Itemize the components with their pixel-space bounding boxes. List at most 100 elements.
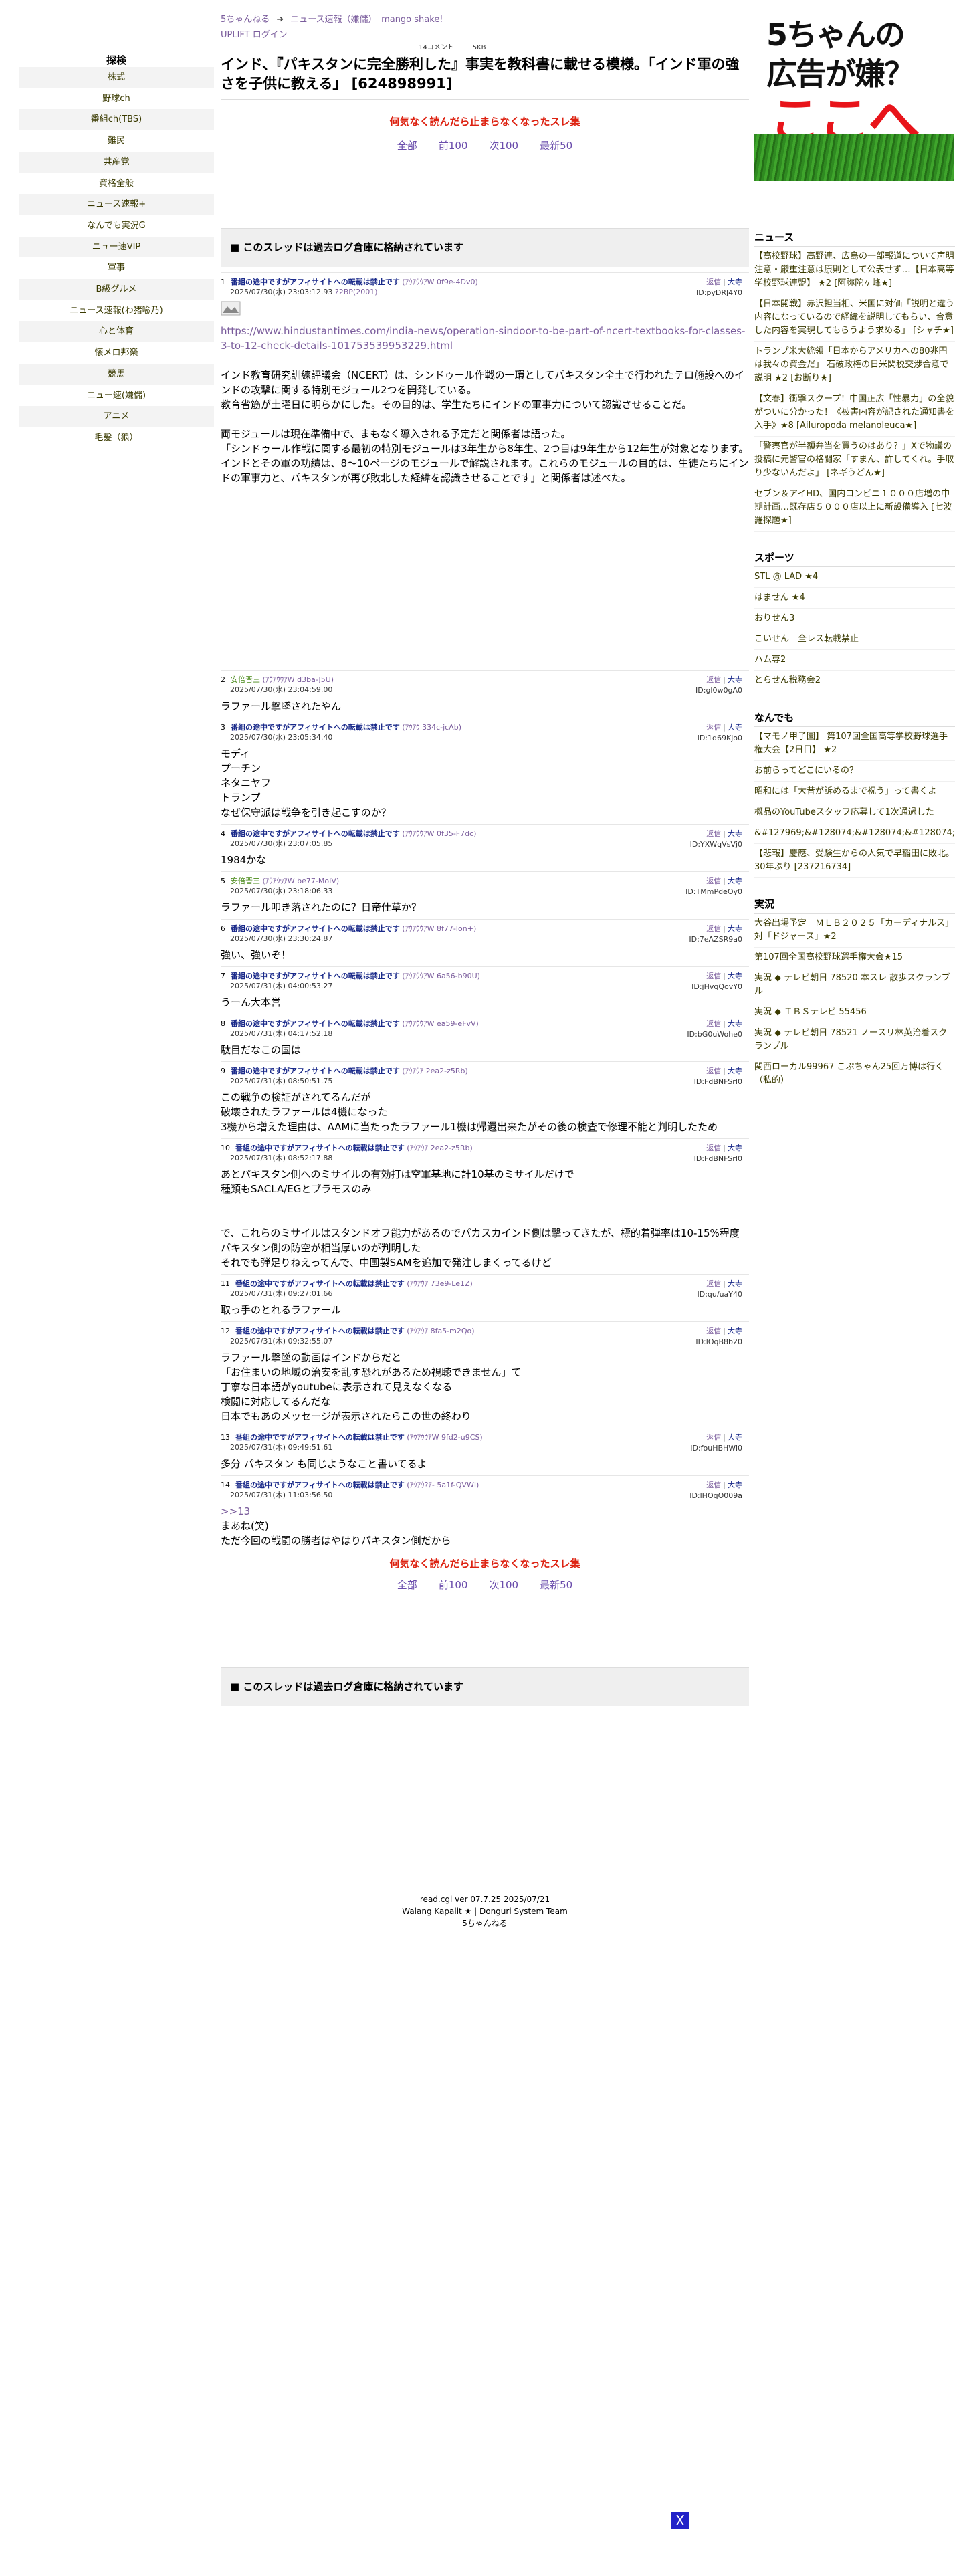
sidebar-item[interactable]: ニュー速(嫌儲) xyxy=(19,385,214,407)
reply-link[interactable]: 返信 xyxy=(706,1067,721,1075)
sidebar-item[interactable]: なんでも実況G xyxy=(19,215,214,237)
sidebar-item[interactable]: 資格全般 xyxy=(19,173,214,195)
sidebar-item[interactable]: 毛髪（狼） xyxy=(19,427,214,449)
right-section-item[interactable]: 実況 ◆ テレビ朝日 78521 ノースリ林英治着スクランブル xyxy=(754,1023,955,1057)
big-link[interactable]: 大寺 xyxy=(728,723,742,732)
reply-link[interactable]: 返信 xyxy=(706,723,721,732)
reply-link[interactable]: 返信 xyxy=(706,1327,721,1335)
right-section-item[interactable]: こいせん 全レス転載禁止 xyxy=(754,629,955,650)
sidebar-item[interactable]: 野球ch xyxy=(19,88,214,110)
right-section-item[interactable]: セブン＆アイHD、国内コンビニ１０００店増の中期計画…既存店５０００店以上に新設… xyxy=(754,484,955,532)
pager-all[interactable]: 全部 xyxy=(397,1579,417,1591)
post-anchor-link[interactable]: >>13 xyxy=(221,1505,250,1517)
post-number[interactable]: 10 xyxy=(221,1144,230,1152)
big-link[interactable]: 大寺 xyxy=(728,675,742,684)
right-section-item[interactable]: 実況 ◆ ＴＢＳテレビ 55456 xyxy=(754,1002,955,1023)
right-section-item[interactable]: 「警察官が半額弁当を買うのはあり？」Xで物議の投稿に元警官の格闘家「すまん、許し… xyxy=(754,437,955,484)
right-section-item[interactable]: トランプ米大統領「日本からアメリカへの80兆円は我々の資金だ」 石破政権の日米関… xyxy=(754,342,955,389)
sidebar-item[interactable]: アニメ xyxy=(19,406,214,427)
post-number[interactable]: 6 xyxy=(221,924,225,933)
reply-link[interactable]: 返信 xyxy=(706,829,721,838)
post-id[interactable]: ID:lHOqO009a xyxy=(689,1491,742,1501)
post-id[interactable]: ID:YXWqVsVj0 xyxy=(690,839,742,850)
pager-latest50[interactable]: 最新50 xyxy=(540,140,572,152)
post-be[interactable]: ?2BP(2001) xyxy=(335,288,378,296)
right-section-item[interactable]: 【日本開戦】赤沢担当相、米国に対価「説明と違う内容になっているので経緯を説明して… xyxy=(754,294,955,342)
pager-all[interactable]: 全部 xyxy=(397,140,417,152)
right-section-item[interactable]: とらせん税務会2 xyxy=(754,671,955,691)
breadcrumb-home-link[interactable]: 5ちゃんねる xyxy=(221,15,270,25)
reply-link[interactable]: 返信 xyxy=(706,278,721,286)
post-id[interactable]: ID:gl0w0gA0 xyxy=(696,685,742,696)
sidebar-item[interactable]: 軍事 xyxy=(19,257,214,279)
big-link[interactable]: 大寺 xyxy=(728,1019,742,1028)
post-number[interactable]: 1 xyxy=(221,278,225,286)
post-url-link[interactable]: https://www.hindustantimes.com/india-new… xyxy=(221,325,745,352)
promo-link-top[interactable]: 何気なく読んだら止まらなくなったスレ集 xyxy=(389,116,580,128)
post-number[interactable]: 14 xyxy=(221,1481,230,1489)
sidebar-item[interactable]: ニュース速報+ xyxy=(19,194,214,215)
right-section-item[interactable]: 【高校野球】高野連、広島の一部報道について声明 注意・厳重注意は原則として公表せ… xyxy=(754,247,963,294)
post-id[interactable]: ID:lOqB8b20 xyxy=(696,1337,742,1348)
big-link[interactable]: 大寺 xyxy=(728,278,742,286)
post-number[interactable]: 3 xyxy=(221,723,225,732)
post-number[interactable]: 8 xyxy=(221,1019,225,1028)
reply-link[interactable]: 返信 xyxy=(706,1019,721,1028)
pager-next100[interactable]: 次100 xyxy=(489,140,518,152)
pager-prev100[interactable]: 前100 xyxy=(439,140,468,152)
right-section-item[interactable]: ハム専2 xyxy=(754,650,955,671)
ad-banner[interactable]: 5ちゃんの 広告が嫌？ ここへ xyxy=(754,13,954,181)
close-ad-button[interactable]: X xyxy=(671,2512,689,2529)
big-link[interactable]: 大寺 xyxy=(728,829,742,838)
big-link[interactable]: 大寺 xyxy=(728,1067,742,1075)
reply-link[interactable]: 返信 xyxy=(706,924,721,933)
big-link[interactable]: 大寺 xyxy=(728,1327,742,1335)
right-section-item[interactable]: 実況 ◆ テレビ朝日 78520 本スレ 散歩スクランブル xyxy=(754,968,955,1002)
reply-link[interactable]: 返信 xyxy=(706,1481,721,1489)
post-id[interactable]: ID:jHvqQovY0 xyxy=(691,982,742,992)
reply-link[interactable]: 返信 xyxy=(706,1144,721,1152)
right-section-item[interactable]: 第107回全国高校野球選手権大会★15 xyxy=(754,948,955,968)
post-id[interactable]: ID:fouHBHWi0 xyxy=(690,1443,742,1454)
right-section-item[interactable]: 関西ローカル99967 こぶちゃん25回万博は行く（私的） xyxy=(754,1057,955,1091)
sidebar-item[interactable]: ニュース速報(わ猪喩乃) xyxy=(19,300,214,322)
thumbnail-icon[interactable] xyxy=(221,301,749,318)
sidebar-item[interactable]: 懐メロ邦楽 xyxy=(19,342,214,364)
sidebar-item[interactable]: 難民 xyxy=(19,130,214,152)
right-section-item[interactable]: おりせん3 xyxy=(754,609,955,629)
right-section-item[interactable]: お前らってどこにいるの？ xyxy=(754,761,955,782)
uplift-login-link[interactable]: UPLIFT ログイン xyxy=(221,30,288,40)
sidebar-item[interactable]: 共産党 xyxy=(19,151,214,173)
post-id[interactable]: ID:FdBNFSrI0 xyxy=(694,1154,742,1164)
big-link[interactable]: 大寺 xyxy=(728,972,742,980)
right-section-item[interactable]: 概品のYouTubeスタッフ応募して1次通過した xyxy=(754,802,955,823)
right-section-item[interactable]: 【マモノ甲子園】 第107回全国高等学校野球選手権大会【2日目】 ★2 xyxy=(754,727,955,761)
sidebar-item[interactable]: ニュー速VIP xyxy=(19,236,214,258)
promo-link-bottom[interactable]: 何気なく読んだら止まらなくなったスレ集 xyxy=(389,1558,580,1570)
post-number[interactable]: 11 xyxy=(221,1279,230,1288)
post-id[interactable]: ID:FdBNFSrI0 xyxy=(694,1077,742,1087)
post-id[interactable]: ID:TMmPdeOy0 xyxy=(685,887,742,897)
post-id[interactable]: ID:1d69Kjo0 xyxy=(698,733,742,744)
breadcrumb-extra-link[interactable]: mango shake! xyxy=(381,15,443,25)
right-section-item[interactable]: 昭和には「大昔が訴めるまで祝う」って書くよ xyxy=(754,782,955,802)
right-section-item[interactable]: &#127969;&#128074;&#128074;&#128074; xyxy=(754,823,955,844)
big-link[interactable]: 大寺 xyxy=(728,877,742,885)
right-section-item[interactable]: はません ★4 xyxy=(754,588,955,609)
sidebar-item[interactable]: 心と体育 xyxy=(19,321,214,343)
pager-latest50[interactable]: 最新50 xyxy=(540,1579,572,1591)
big-link[interactable]: 大寺 xyxy=(728,924,742,933)
post-number[interactable]: 12 xyxy=(221,1327,230,1335)
reply-link[interactable]: 返信 xyxy=(706,1433,721,1442)
reply-link[interactable]: 返信 xyxy=(706,1279,721,1288)
post-number[interactable]: 2 xyxy=(221,675,225,684)
reply-link[interactable]: 返信 xyxy=(706,972,721,980)
pager-prev100[interactable]: 前100 xyxy=(439,1579,468,1591)
post-number[interactable]: 7 xyxy=(221,972,225,980)
right-section-item[interactable]: 【文春】衝撃スクープ！中国正広「性暴力」の全貌がついに分かった！《被害内容が記さ… xyxy=(754,389,955,437)
post-id[interactable]: ID:7eAZSR9a0 xyxy=(689,934,742,945)
post-number[interactable]: 9 xyxy=(221,1067,225,1075)
big-link[interactable]: 大寺 xyxy=(728,1433,742,1442)
post-number[interactable]: 5 xyxy=(221,877,225,885)
sidebar-item[interactable]: B級グルメ xyxy=(19,279,214,300)
